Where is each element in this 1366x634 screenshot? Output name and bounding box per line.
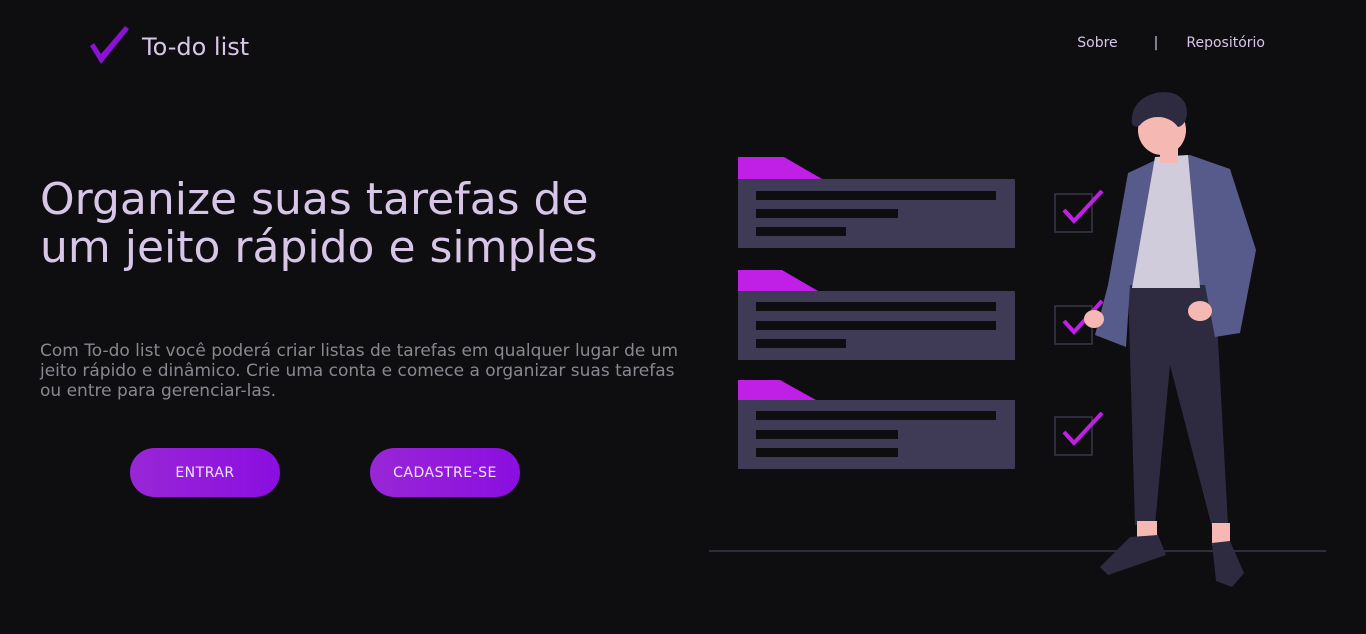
- page: To-do list Sobre | Repositório Organize …: [0, 0, 1366, 634]
- nav-link-repository[interactable]: Repositório: [1186, 35, 1265, 51]
- task-card: [738, 157, 1015, 248]
- enter-button[interactable]: ENTRAR: [130, 448, 280, 497]
- person-figure: [1084, 92, 1256, 587]
- hero-headline: Organize suas tarefas de um jeito rápido…: [40, 174, 598, 273]
- logo[interactable]: To-do list: [88, 24, 249, 66]
- checkbox-checked: [1054, 411, 1104, 456]
- nav-link-about[interactable]: Sobre: [1077, 35, 1117, 51]
- checkbox-checked: [1054, 189, 1104, 233]
- checkmark-icon: [90, 26, 129, 64]
- logo-text: To-do list: [142, 32, 250, 61]
- nav-separator: |: [1153, 35, 1159, 51]
- top-nav: Sobre | Repositório: [1077, 35, 1265, 51]
- task-card: [738, 270, 1015, 360]
- task-list-illustration: [709, 92, 1326, 587]
- task-card: [738, 380, 1015, 469]
- hero-description: Com To-do list você poderá criar listas …: [40, 341, 679, 401]
- signup-button[interactable]: CADASTRE-SE: [370, 448, 520, 497]
